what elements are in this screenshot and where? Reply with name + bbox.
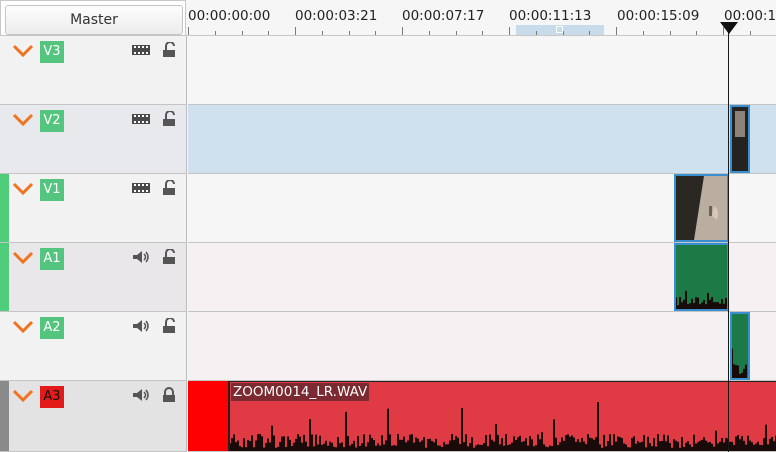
timecode-4: 00:00:15:09: [617, 8, 700, 24]
unlock-icon[interactable]: [160, 111, 178, 127]
track-lane-v1[interactable]: [188, 174, 776, 243]
audio-clip[interactable]: ZOOM0014_LR.WAV: [228, 381, 776, 451]
ruler-tick: [402, 27, 403, 35]
ruler-tick: [455, 31, 457, 35]
ruler-tick: [616, 27, 617, 35]
clip-thumbnail: [676, 176, 727, 240]
track-header-v1[interactable]: V1: [0, 174, 187, 243]
ruler-tick: [509, 27, 510, 35]
track-header-a1[interactable]: A1: [0, 243, 187, 312]
ruler-tick: [562, 31, 564, 35]
timecode-2: 00:00:07:17: [402, 8, 485, 24]
ruler-tick: [188, 27, 189, 35]
ruler-tick: [321, 31, 323, 35]
unlock-icon[interactable]: [160, 42, 178, 58]
lock-icon[interactable]: [160, 387, 178, 403]
chevron-down-icon[interactable]: [12, 251, 34, 265]
unlock-icon[interactable]: [160, 249, 178, 265]
audio-waveform: [676, 290, 727, 309]
playhead-line: [728, 28, 729, 452]
speaker-icon[interactable]: [132, 318, 150, 334]
speaker-icon[interactable]: [132, 249, 150, 265]
ruler-tick: [642, 31, 644, 35]
speaker-icon[interactable]: [132, 387, 150, 403]
track-label-v1: V1: [40, 179, 64, 201]
master-header: Master: [0, 0, 186, 36]
timeline-ruler[interactable]: 00:00:00:00 00:00:03:21 00:00:07:17 00:0…: [186, 0, 776, 36]
track-strip: [0, 312, 9, 380]
chevron-down-icon[interactable]: [12, 182, 34, 196]
unlock-icon[interactable]: [160, 318, 178, 334]
clip-name: ZOOM0014_LR.WAV: [231, 383, 370, 401]
ruler-tick: [428, 31, 430, 35]
timecode-0: 00:00:00:00: [188, 8, 271, 24]
track-header-v2[interactable]: V2: [0, 105, 187, 174]
film-icon[interactable]: [132, 180, 150, 196]
video-clip[interactable]: [674, 174, 729, 242]
ruler-tick: [214, 31, 216, 35]
video-clip[interactable]: [730, 105, 750, 173]
track-label-v2: V2: [40, 110, 64, 132]
track-lane-v2[interactable]: [188, 105, 776, 174]
audio-waveform: [732, 348, 747, 378]
ruler-tick: [241, 31, 243, 35]
ruler-tick: [482, 31, 484, 35]
audio-clip[interactable]: [674, 243, 729, 311]
ruler-tick: [696, 31, 698, 35]
master-button[interactable]: Master: [5, 5, 183, 35]
track-label-a2: A2: [40, 317, 64, 339]
film-icon[interactable]: [132, 42, 150, 58]
track-label-a3: A3: [40, 386, 64, 408]
ruler-tick: [375, 31, 377, 35]
ruler-tick: [348, 31, 350, 35]
track-header-a3[interactable]: A3: [0, 381, 187, 452]
clip-thumbnail: [735, 111, 745, 137]
chevron-down-icon[interactable]: [12, 389, 34, 403]
ruler-tick: [669, 31, 671, 35]
track-active-indicator[interactable]: [0, 174, 9, 242]
track-header-a2[interactable]: A2: [0, 312, 187, 381]
ruler-tick: [268, 31, 270, 35]
unlock-icon[interactable]: [160, 180, 178, 196]
track-lane-v3[interactable]: [188, 36, 776, 105]
track-lane-a3[interactable]: ZOOM0014_LR.WAV: [188, 381, 776, 452]
chevron-down-icon[interactable]: [12, 44, 34, 58]
film-icon[interactable]: [132, 111, 150, 127]
track-strip: [0, 36, 9, 104]
ruler-tick: [295, 27, 296, 35]
track-active-indicator[interactable]: [0, 243, 9, 311]
track-header-v3[interactable]: V3: [0, 36, 187, 105]
ruler-tick: [535, 31, 537, 35]
track-lane-a2[interactable]: [188, 312, 776, 381]
playhead-marker[interactable]: [720, 22, 738, 34]
track-label-a1: A1: [40, 248, 64, 270]
track-label-v3: V3: [40, 41, 64, 63]
track-strip: [0, 105, 9, 173]
chevron-down-icon[interactable]: [12, 113, 34, 127]
ruler-tick: [589, 31, 591, 35]
ruler-tick: [749, 31, 751, 35]
track-lane-a1[interactable]: [188, 243, 776, 312]
track-strip: [0, 381, 9, 451]
timecode-1: 00:00:03:21: [295, 8, 378, 24]
timecode-3: 00:00:11:13: [509, 8, 592, 24]
audio-clip[interactable]: [730, 312, 750, 380]
locked-track-overlay: [188, 381, 228, 451]
chevron-down-icon[interactable]: [12, 320, 34, 334]
